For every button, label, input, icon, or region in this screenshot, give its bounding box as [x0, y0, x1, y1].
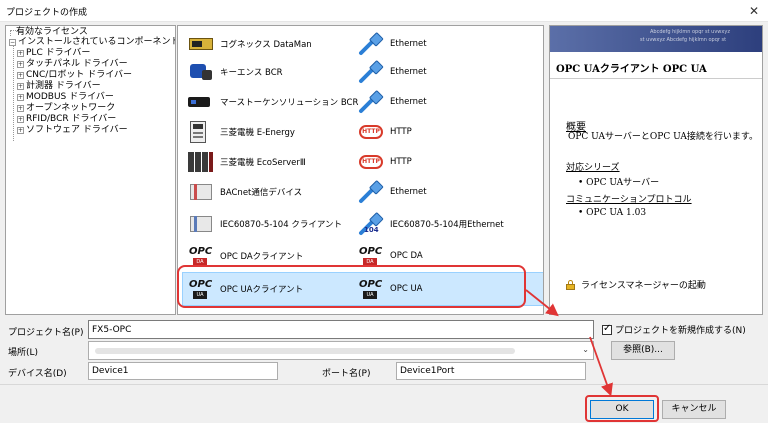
arrow-to-ok: [589, 336, 613, 397]
annotation-arrows: [525, 289, 613, 397]
arrow-to-description: [525, 289, 559, 317]
